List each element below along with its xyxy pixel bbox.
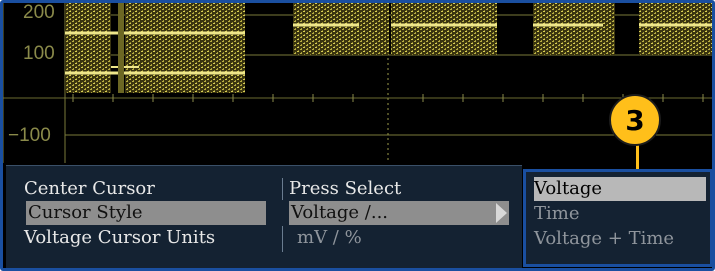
menu-item-voltage-cursor-units[interactable]: Voltage Cursor Units <box>24 226 279 250</box>
callout-number-badge: 3 <box>609 94 661 146</box>
column-divider <box>282 178 283 200</box>
option-time[interactable]: Time <box>534 202 579 226</box>
option-voltage-plus-time[interactable]: Voltage + Time <box>534 227 674 251</box>
cursor-menu-panel: Center Cursor Press Select Cursor Style … <box>6 165 522 268</box>
menu-value-cursor-style[interactable]: Voltage /... <box>289 201 509 225</box>
waveform-monitor-screen: 200 100 −100 3 Center Cursor Press Selec… <box>0 0 715 271</box>
scale-label-100: 100 <box>23 43 55 64</box>
menu-item-cursor-style[interactable]: Cursor Style <box>26 201 266 225</box>
column-divider <box>282 226 283 252</box>
cursor-style-options-panel: Voltage Time Voltage + Time <box>523 169 712 267</box>
menu-value-voltage-cursor-units[interactable]: mV / % <box>297 226 362 250</box>
scale-label-200: 200 <box>23 2 55 23</box>
option-voltage[interactable]: Voltage <box>534 177 706 201</box>
menu-value-center-cursor[interactable]: Press Select <box>289 177 401 201</box>
submenu-arrow-icon <box>496 203 507 223</box>
menu-item-center-cursor[interactable]: Center Cursor <box>24 177 266 201</box>
scale-label-minus-100: −100 <box>8 125 51 146</box>
